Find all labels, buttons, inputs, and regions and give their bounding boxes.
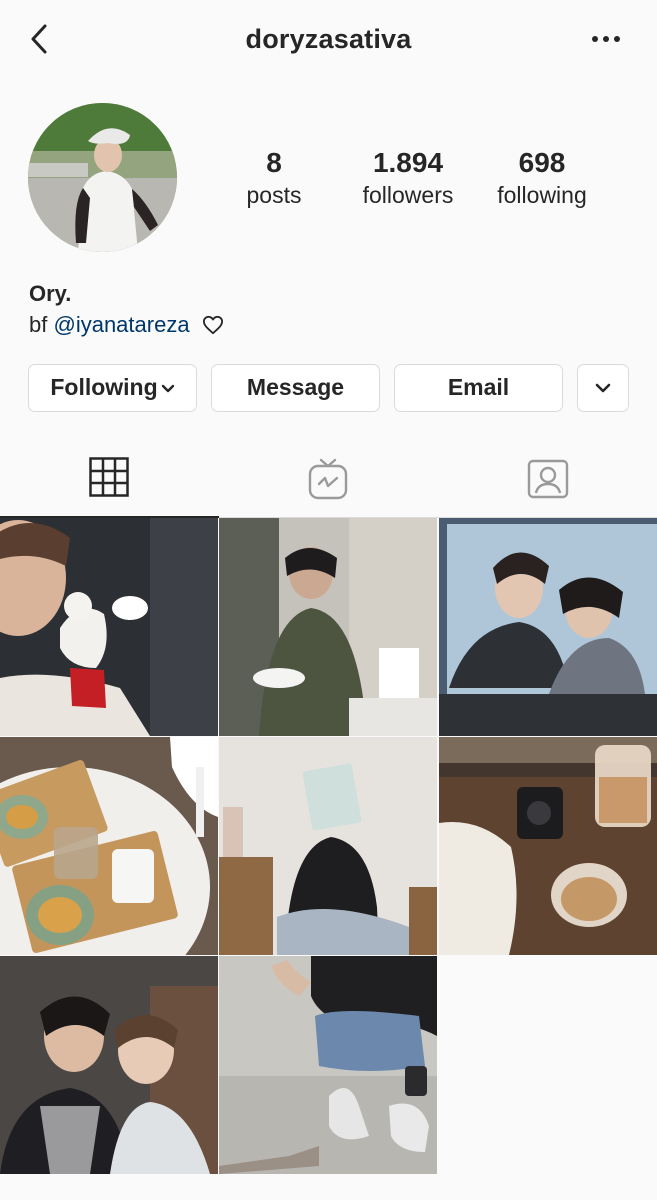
following-stat[interactable]: 698 following xyxy=(484,146,600,210)
suggested-accounts-button[interactable] xyxy=(577,364,629,412)
post-thumbnail[interactable] xyxy=(0,956,218,1174)
tagged-icon xyxy=(527,459,569,499)
igtv-icon xyxy=(308,458,348,500)
heart-icon xyxy=(202,315,223,335)
bio-mention-link[interactable]: @iyanatareza xyxy=(53,312,189,337)
message-button[interactable]: Message xyxy=(211,364,380,412)
post-thumbnail[interactable] xyxy=(219,737,437,955)
post-thumbnail[interactable] xyxy=(219,956,437,1174)
grid-icon xyxy=(89,457,129,497)
top-bar: doryzasativa xyxy=(0,0,657,80)
posts-label: posts xyxy=(246,182,302,208)
following-count: 698 xyxy=(518,147,566,178)
followers-label: followers xyxy=(362,182,454,208)
bio: bf @iyanatareza xyxy=(29,312,224,338)
username-title: doryzasativa xyxy=(245,24,412,54)
message-button-label: Message xyxy=(246,374,345,400)
following-button-label: Following xyxy=(50,374,158,400)
post-thumbnail[interactable] xyxy=(0,518,218,736)
more-options-icon[interactable] xyxy=(590,30,622,48)
followers-stat[interactable]: 1.894 followers xyxy=(348,146,468,210)
email-button[interactable]: Email xyxy=(394,364,563,412)
followers-count: 1.894 xyxy=(372,147,444,178)
post-thumbnail[interactable] xyxy=(219,518,437,736)
chevron-down-icon xyxy=(595,383,611,393)
tab-tagged[interactable] xyxy=(438,440,657,518)
display-name: Ory. xyxy=(29,281,72,306)
posts-stat[interactable]: 8 posts xyxy=(228,146,320,210)
tab-posts-grid[interactable] xyxy=(0,440,219,518)
post-thumbnail[interactable] xyxy=(0,737,218,955)
posts-count: 8 xyxy=(266,147,282,178)
following-button[interactable]: Following xyxy=(28,364,197,412)
bio-prefix: bf xyxy=(29,312,48,337)
tab-igtv[interactable] xyxy=(219,440,438,518)
profile-tabs xyxy=(0,440,657,518)
profile-avatar[interactable] xyxy=(28,103,177,252)
email-button-label: Email xyxy=(447,374,510,400)
post-thumbnail[interactable] xyxy=(439,737,657,955)
chevron-down-icon xyxy=(161,384,174,393)
post-thumbnail[interactable] xyxy=(439,518,657,736)
following-label: following xyxy=(497,182,587,208)
